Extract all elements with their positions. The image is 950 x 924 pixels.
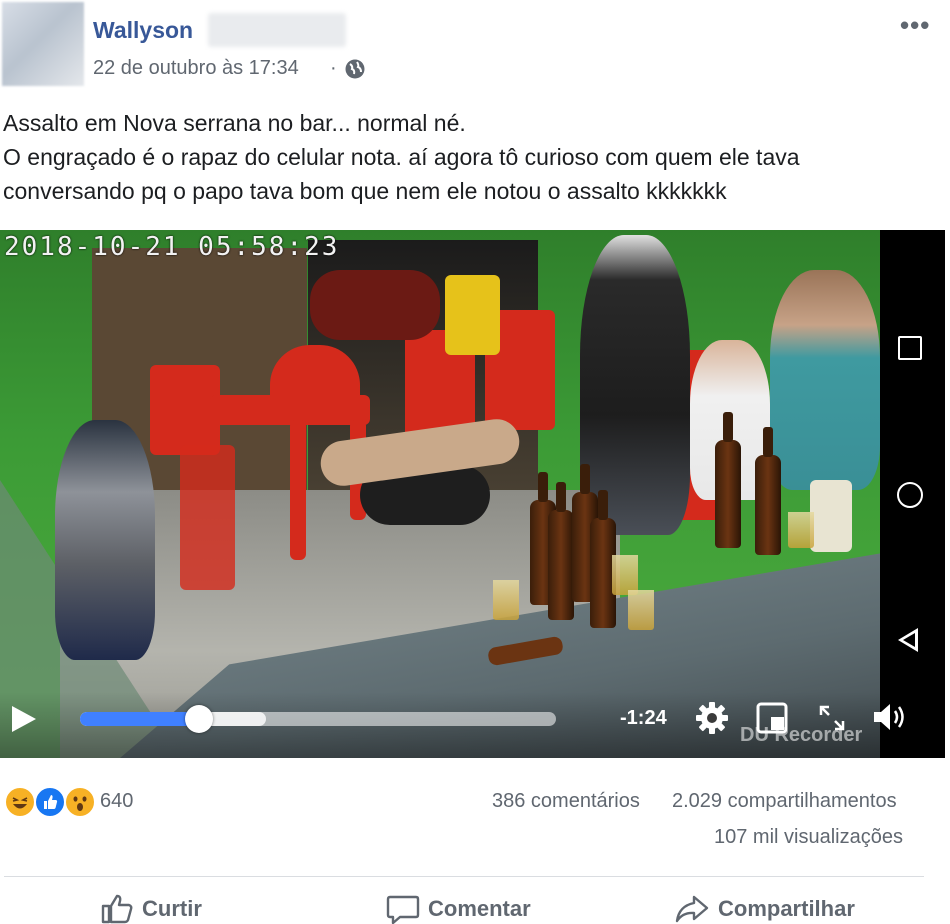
- scene-bottle: [755, 427, 781, 555]
- share-label: Compartilhar: [718, 896, 855, 921]
- post-timestamp[interactable]: 22 de outubro às 17:34: [93, 57, 299, 80]
- like-icon: [34, 786, 66, 818]
- haha-icon: [4, 786, 36, 818]
- comments-count[interactable]: 386 comentários: [492, 790, 640, 813]
- cctv-timestamp: 2018-10-21 05:58:23: [4, 232, 340, 262]
- shares-count[interactable]: 2.029 compartilhamentos: [672, 790, 897, 813]
- separator-dot: ·: [330, 57, 337, 79]
- play-icon[interactable]: [12, 706, 36, 732]
- scene-glass: [628, 590, 654, 630]
- scene-chair: [445, 275, 500, 355]
- settings-icon[interactable]: [694, 700, 730, 736]
- scene-robber: [580, 235, 690, 535]
- scene-glass: [493, 580, 519, 620]
- comment-label: Comentar: [428, 896, 531, 921]
- scene-person-left: [55, 420, 155, 660]
- scene-glass: [788, 512, 814, 548]
- divider: [4, 876, 924, 877]
- scene-glass: [612, 555, 638, 595]
- avatar[interactable]: [2, 2, 84, 86]
- scene-chair: [180, 445, 235, 590]
- video-player[interactable]: 2018-10-21 05:58:23 -1:24 DU Recorder: [0, 230, 945, 758]
- reaction-count[interactable]: 640: [100, 790, 133, 813]
- globe-icon[interactable]: [344, 58, 366, 80]
- progress-handle[interactable]: [185, 705, 213, 733]
- like-label: Curtir: [142, 896, 202, 921]
- recorder-watermark: DU Recorder: [740, 724, 863, 746]
- time-remaining: -1:24: [620, 707, 667, 729]
- volume-icon[interactable]: [872, 700, 912, 734]
- wow-icon: [64, 786, 96, 818]
- scene-motorcycle: [310, 270, 440, 340]
- scene-person-phone: [770, 270, 880, 490]
- home-icon[interactable]: [897, 482, 923, 508]
- post-text: Assalto em Nova serrana no bar... normal…: [3, 106, 933, 208]
- reaction-icons[interactable]: [4, 786, 96, 818]
- scene-bottle: [548, 482, 574, 620]
- scene-bottle-holder: [810, 480, 852, 552]
- views-count: 107 mil visualizações: [714, 826, 903, 848]
- post-text-line-1: Assalto em Nova serrana no bar... normal…: [3, 110, 466, 136]
- more-options-button[interactable]: •••: [900, 10, 930, 41]
- author-name[interactable]: Wallyson: [93, 17, 193, 44]
- recents-icon[interactable]: [898, 336, 922, 360]
- scene-table-leg: [290, 420, 306, 560]
- post-text-line-3: conversando pq o papo tava bom que nem e…: [3, 178, 727, 204]
- progress-bar: [80, 712, 199, 726]
- scene-table: [210, 395, 370, 425]
- redacted-surname: [208, 13, 346, 47]
- post-text-line-2: O engraçado é o rapaz do celular nota. a…: [3, 144, 800, 170]
- scene-bottle: [715, 412, 741, 548]
- back-icon-inner: [903, 633, 915, 647]
